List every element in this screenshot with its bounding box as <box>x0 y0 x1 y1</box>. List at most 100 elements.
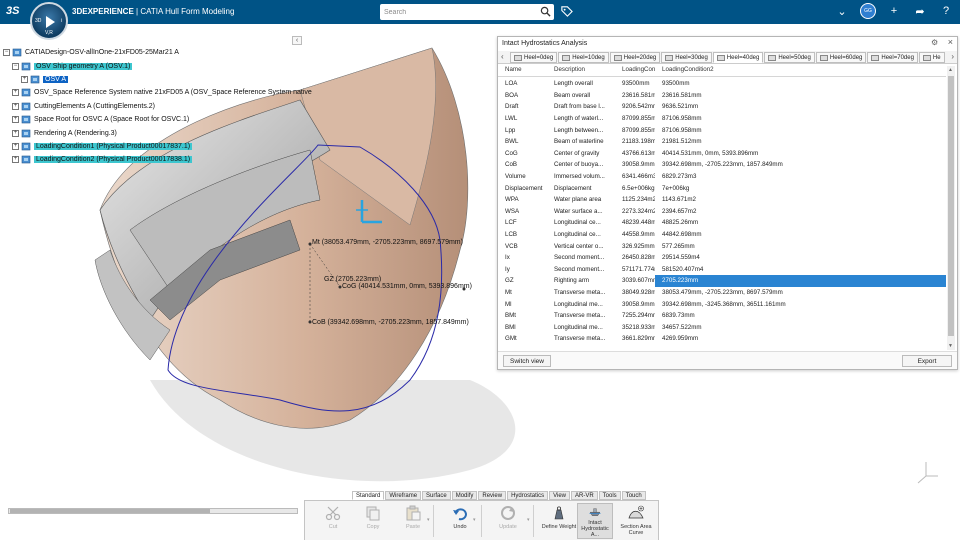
cell-condition1[interactable]: 43766.613mm, 0... <box>615 150 655 157</box>
cell-description[interactable]: Center of buoya... <box>547 161 615 168</box>
cell-condition1[interactable]: 26450.828m4 <box>615 254 655 261</box>
table-row[interactable]: CoGCenter of gravity43766.613mm, 0...404… <box>498 148 946 160</box>
collapse-icon[interactable]: − <box>3 49 10 57</box>
search-input[interactable] <box>380 4 538 20</box>
avatar[interactable]: GG <box>860 3 876 19</box>
expand-icon[interactable]: + <box>12 89 19 97</box>
column-header-name[interactable]: Name <box>498 66 547 76</box>
cell-description[interactable]: Length overall <box>547 80 615 87</box>
cell-condition2[interactable]: 21981.512mm <box>655 138 946 145</box>
weight-command[interactable]: Define Weight <box>541 503 577 539</box>
cell-condition2[interactable]: 44842.698mm <box>655 231 946 238</box>
chevron-down-icon[interactable]: ⌄ <box>834 3 850 19</box>
cell-condition1[interactable]: 7255.294mm <box>615 312 655 319</box>
section-curve-command[interactable]: Section Area Curve <box>618 503 654 539</box>
close-icon[interactable]: × <box>948 38 953 47</box>
cell-condition2[interactable]: 87106.958mm <box>655 115 946 122</box>
table-row[interactable]: LCB Longitudinal ce... 44558.9mm 44842.698m… <box>498 229 946 241</box>
cell-name[interactable]: WPA <box>498 196 547 203</box>
cell-condition1[interactable]: 3661.829mm <box>615 335 655 342</box>
table-row[interactable]: MtTransverse meta...38049.928mm, -...380… <box>498 287 946 299</box>
cell-condition1[interactable]: 38049.928mm, -... <box>615 289 655 296</box>
cell-description[interactable]: Length of waterl... <box>547 115 615 122</box>
cell-description[interactable]: Displacement <box>547 185 615 192</box>
cell-description[interactable]: Longitudinal me... <box>547 324 615 331</box>
tab-heel[interactable]: Heel=30deg <box>661 52 712 63</box>
cell-condition1[interactable]: 3039.607mm <box>615 277 655 284</box>
cell-condition2[interactable]: 2394.657m2 <box>655 208 946 215</box>
table-row[interactable]: Draft Draft from base l... 9206.542mm 9636.… <box>498 101 946 113</box>
tab-heel[interactable]: Heel=60deg <box>815 52 867 63</box>
cell-condition1[interactable]: 87099.855mm <box>615 127 655 134</box>
cell-condition2[interactable]: 7e+006kg <box>655 185 946 192</box>
table-row[interactable]: GZ Righting arm 3039.607mm 2705.223mm <box>498 275 946 287</box>
cell-condition1[interactable]: 48239.448mm <box>615 219 655 226</box>
cell-name[interactable]: LWL <box>498 115 547 122</box>
cell-description[interactable]: Water surface a... <box>547 208 615 215</box>
cell-description[interactable]: Vertical center o... <box>547 243 615 250</box>
cell-name[interactable]: Displacement <box>498 185 547 192</box>
cell-description[interactable]: Transverse meta... <box>547 289 615 296</box>
expand-icon[interactable]: + <box>12 156 19 164</box>
cell-condition2[interactable]: 6829.273m3 <box>655 173 946 180</box>
cell-name[interactable]: Draft <box>498 103 547 110</box>
export-button[interactable]: Export <box>902 355 952 367</box>
table-row[interactable]: IySecond moment...571171.774m4581520.407… <box>498 264 946 276</box>
cell-condition1[interactable]: 35218.933mm <box>615 324 655 331</box>
cell-description[interactable]: Length between... <box>547 127 615 134</box>
cell-condition1[interactable]: 93500mm <box>615 80 655 87</box>
cell-condition2[interactable]: 9636.521mm <box>655 103 946 110</box>
dropdown-arrow-icon[interactable]: ▾ <box>427 517 430 523</box>
tree-item[interactable]: + OSV_Space Reference System native 21xFD… <box>3 86 312 99</box>
switch-view-button[interactable]: Switch view <box>503 355 551 367</box>
chevron-left-icon[interactable]: ‹ <box>501 52 504 61</box>
paste-command[interactable]: Paste <box>395 503 431 539</box>
cell-condition2[interactable]: 48825.26mm <box>655 219 946 226</box>
tab-heel[interactable]: Heel=70deg <box>867 52 918 63</box>
cell-description[interactable]: Longitudinal ce... <box>547 219 615 226</box>
tab-heel[interactable]: Heel=20deg <box>609 52 661 63</box>
tag-icon[interactable] <box>560 5 573 18</box>
scroll-down-icon[interactable]: ▼ <box>948 343 953 349</box>
tab-heel[interactable]: Heel=0deg <box>510 52 558 63</box>
cell-condition2[interactable]: 39342.698mm, -3245.368mm, 36511.161mm <box>655 301 946 308</box>
plus-icon[interactable]: + <box>886 3 902 19</box>
cell-name[interactable]: BWL <box>498 138 547 145</box>
cell-name[interactable]: LOA <box>498 80 547 87</box>
action-tab[interactable]: Surface <box>422 491 451 500</box>
tab-heel[interactable]: Heel=40deg <box>712 52 764 63</box>
cell-condition2[interactable]: 577.265mm <box>655 243 946 250</box>
action-tab[interactable]: Hydrostatics <box>507 491 549 500</box>
vertical-scrollbar[interactable]: ▲ ▼ <box>947 66 955 350</box>
cell-condition1[interactable]: 6341.466m3 <box>615 173 655 180</box>
column-header-description[interactable]: Description <box>547 66 615 76</box>
action-tab[interactable]: Review <box>478 491 507 500</box>
tree-item[interactable]: + CuttingElements A (CuttingElements.2) <box>3 100 303 113</box>
action-tab[interactable]: View <box>549 491 570 500</box>
cell-condition2[interactable]: 1143.671m2 <box>655 196 946 203</box>
cell-name[interactable]: CoG <box>498 150 547 157</box>
dropdown-arrow-icon[interactable]: ▾ <box>527 517 530 523</box>
table-row[interactable]: LCFLongitudinal ce...48239.448mm48825.26… <box>498 217 946 229</box>
cell-name[interactable]: BMt <box>498 312 547 319</box>
cell-description[interactable]: Center of gravity <box>547 150 615 157</box>
column-header-condition2[interactable]: LoadingCondition2 <box>655 66 946 76</box>
expand-icon[interactable]: + <box>12 142 19 150</box>
compass-widget[interactable]: 3D i V,R <box>30 2 68 40</box>
tab-heel[interactable]: Heel=10deg <box>558 52 609 63</box>
cell-condition1[interactable]: 571171.774m4 <box>615 266 655 273</box>
cell-description[interactable]: Transverse meta... <box>547 312 615 319</box>
cell-name[interactable]: Lpp <box>498 127 547 134</box>
table-row[interactable]: LWLLength of waterl...87099.855mm87106.9… <box>498 113 946 125</box>
cell-condition1[interactable]: 326.925mm <box>615 243 655 250</box>
cell-description[interactable]: Second moment... <box>547 266 615 273</box>
hydrostatic-command[interactable]: Intact Hydrostatic A... <box>577 503 613 539</box>
play-icon[interactable] <box>46 16 55 28</box>
cell-condition1[interactable]: 2273.324m2 <box>615 208 655 215</box>
cell-name[interactable]: VCB <box>498 243 547 250</box>
cell-name[interactable]: LCB <box>498 231 547 238</box>
cell-name[interactable]: Mt <box>498 289 547 296</box>
cell-condition2[interactable]: 34657.522mm <box>655 324 946 331</box>
cell-condition2[interactable]: 38053.479mm, -2705.223mm, 8697.579mm <box>655 289 946 296</box>
cell-name[interactable]: GZ <box>498 277 547 284</box>
